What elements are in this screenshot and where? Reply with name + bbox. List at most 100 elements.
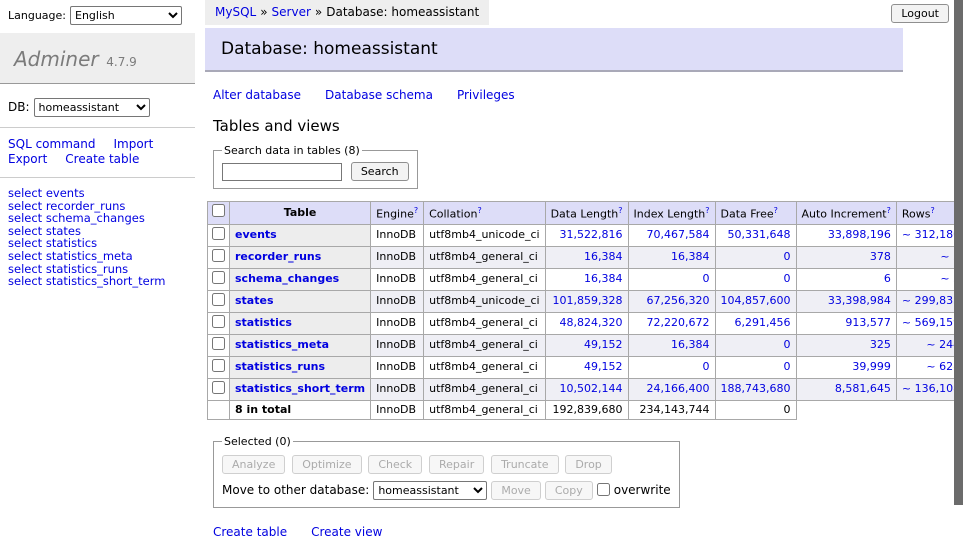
table-link[interactable]: events <box>235 228 277 241</box>
drop-button[interactable]: Drop <box>565 455 611 474</box>
data-length-link[interactable]: 16,384 <box>584 272 623 285</box>
data-length-link[interactable]: 31,522,816 <box>560 228 623 241</box>
auto-increment-link[interactable]: 913,577 <box>845 316 891 329</box>
table-link[interactable]: statistics_short_term <box>235 382 365 395</box>
table-link[interactable]: statistics_runs <box>235 360 325 373</box>
data-length-link[interactable]: 101,859,328 <box>553 294 623 307</box>
scrollbar-thumb[interactable] <box>954 0 963 505</box>
auto-increment-link[interactable]: 39,999 <box>852 360 891 373</box>
privileges-link[interactable]: Privileges <box>457 88 515 102</box>
row-checkbox[interactable] <box>212 315 225 328</box>
row-checkbox[interactable] <box>212 227 225 240</box>
column-help-link[interactable]: ? <box>774 206 778 215</box>
data-length-link[interactable]: 49,152 <box>584 338 623 351</box>
data-free-link[interactable]: 0 <box>784 360 791 373</box>
breadcrumb-mysql[interactable]: MySQL <box>215 5 256 19</box>
index-length-link[interactable]: 70,467,584 <box>647 228 710 241</box>
row-checkbox[interactable] <box>212 381 225 394</box>
table-name-cell: recorder_runs <box>230 246 371 268</box>
create-links: Create table Create view <box>213 525 903 539</box>
data-free-link[interactable]: 6,291,456 <box>735 316 791 329</box>
table-link[interactable]: statistics <box>235 316 292 329</box>
db-select[interactable]: homeassistant <box>34 98 150 117</box>
alter-database-link[interactable]: Alter database <box>213 88 301 102</box>
selected-fieldset: Selected (0) Analyze Optimize Check Repa… <box>213 435 680 508</box>
column-help-link[interactable]: ? <box>414 206 418 215</box>
language-select[interactable]: English <box>70 6 182 25</box>
check-button[interactable]: Check <box>368 455 422 474</box>
row-checkbox[interactable] <box>212 337 225 350</box>
index-length-link[interactable]: 67,256,320 <box>647 294 710 307</box>
export-link[interactable]: Export <box>8 152 47 166</box>
database-schema-link[interactable]: Database schema <box>325 88 433 102</box>
move-database-select[interactable]: homeassistant <box>373 481 487 500</box>
index-length-link[interactable]: 0 <box>703 360 710 373</box>
create-view-link[interactable]: Create view <box>311 525 382 539</box>
auto-increment-link[interactable]: 33,898,196 <box>828 228 891 241</box>
table-row: states InnoDB utf8mb4_unicode_ci 101,859… <box>208 290 966 312</box>
rows-link[interactable]: ~ 569,159 <box>902 316 960 329</box>
search-button[interactable]: Search <box>351 162 409 181</box>
truncate-button[interactable]: Truncate <box>491 455 558 474</box>
auto-increment-link[interactable]: 33,398,984 <box>828 294 891 307</box>
row-checkbox[interactable] <box>212 249 225 262</box>
data-free-link[interactable]: 0 <box>784 272 791 285</box>
column-help-link[interactable]: ? <box>705 206 709 215</box>
create-table-link[interactable]: Create table <box>213 525 287 539</box>
row-checkbox[interactable] <box>212 359 225 372</box>
index-length-link[interactable]: 24,166,400 <box>647 382 710 395</box>
data-length-cell: 101,859,328 <box>545 290 628 312</box>
copy-button[interactable]: Copy <box>545 481 593 500</box>
move-button[interactable]: Move <box>491 481 541 500</box>
rows-link[interactable]: ~ 136,108 <box>902 382 960 395</box>
data-length-link[interactable]: 49,152 <box>584 360 623 373</box>
table-link[interactable]: recorder_runs <box>235 250 321 263</box>
table-link[interactable]: schema_changes <box>235 272 339 285</box>
overwrite-checkbox[interactable] <box>597 483 610 496</box>
auto-increment-link[interactable]: 6 <box>884 272 891 285</box>
rows-link[interactable]: ~ 299,833 <box>902 294 960 307</box>
column-help-link[interactable]: ? <box>887 206 891 215</box>
analyze-button[interactable]: Analyze <box>222 455 285 474</box>
import-link[interactable]: Import <box>113 137 153 151</box>
column-help-link[interactable]: ? <box>477 206 481 215</box>
optimize-button[interactable]: Optimize <box>292 455 361 474</box>
sql-command-link[interactable]: SQL command <box>8 137 95 151</box>
vertical-scrollbar[interactable] <box>954 0 966 543</box>
data-length-link[interactable]: 10,502,144 <box>560 382 623 395</box>
row-checkbox[interactable] <box>212 293 225 306</box>
index-length-link[interactable]: 16,384 <box>671 338 710 351</box>
search-input[interactable] <box>222 163 342 181</box>
data-length-link[interactable]: 48,824,320 <box>560 316 623 329</box>
row-checkbox[interactable] <box>212 271 225 284</box>
auto-increment-link[interactable]: 8,581,645 <box>835 382 891 395</box>
index-length-cell: 70,467,584 <box>628 224 715 246</box>
column-help-link[interactable]: ? <box>930 206 934 215</box>
data-free-link[interactable]: 188,743,680 <box>721 382 791 395</box>
repair-button[interactable]: Repair <box>429 455 484 474</box>
overwrite-label[interactable]: overwrite <box>614 483 671 497</box>
data-free-link[interactable]: 50,331,648 <box>728 228 791 241</box>
adminer-logo-name[interactable]: Adminer <box>14 47 99 71</box>
index-length-link[interactable]: 72,220,672 <box>647 316 710 329</box>
data-free-link[interactable]: 104,857,600 <box>721 294 791 307</box>
data-length-link[interactable]: 16,384 <box>584 250 623 263</box>
index-length-link[interactable]: 16,384 <box>671 250 710 263</box>
logout-button[interactable]: Logout <box>891 4 949 23</box>
data-free-link[interactable]: 0 <box>784 338 791 351</box>
rows-link[interactable]: ~ 312,180 <box>902 228 960 241</box>
auto-increment-link[interactable]: 378 <box>870 250 891 263</box>
adminer-version[interactable]: 4.7.9 <box>106 55 137 69</box>
create-table-link-sidebar[interactable]: Create table <box>65 152 139 166</box>
select-all-checkbox[interactable] <box>212 204 225 217</box>
index-length-link[interactable]: 0 <box>703 272 710 285</box>
sidebar-select-statistics-short-term[interactable]: select statistics_short_term <box>8 274 165 288</box>
data-free-link[interactable]: 0 <box>784 250 791 263</box>
breadcrumb-server[interactable]: Server <box>272 5 311 19</box>
table-link[interactable]: states <box>235 294 274 307</box>
auto-increment-cell: 325 <box>796 334 896 356</box>
auto-increment-link[interactable]: 325 <box>870 338 891 351</box>
column-help-link[interactable]: ? <box>618 206 622 215</box>
table-link[interactable]: statistics_meta <box>235 338 329 351</box>
total-index-length: 234,143,744 <box>628 400 715 419</box>
